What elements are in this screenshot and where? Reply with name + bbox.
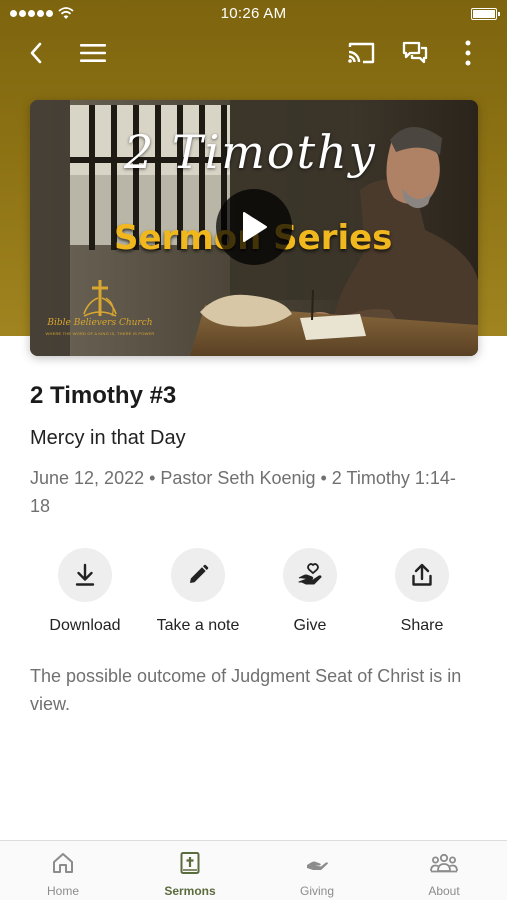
top-app-bar (0, 28, 507, 78)
take-a-note-button[interactable] (171, 548, 225, 602)
church-name-logo-text: Bible Believers Church (47, 318, 153, 328)
bible-icon (180, 852, 200, 874)
chat-bubbles-icon (402, 41, 428, 64)
share-icon (412, 563, 432, 586)
pencil-icon (190, 564, 209, 583)
play-icon (243, 212, 267, 242)
sermon-subtitle: Mercy in that Day (30, 427, 186, 449)
giving-hand-icon (307, 861, 328, 870)
chat-button[interactable] (398, 36, 432, 70)
status-time: 10:26 AM (220, 5, 287, 22)
sermon-meta: June 12, 2022 • Pastor Seth Koenig • 2 T… (30, 468, 456, 516)
church-tagline-logo-text: WHERE THE WORD OF A KING IS, THERE IS PO… (45, 331, 155, 336)
menu-button[interactable] (76, 36, 110, 70)
nav-sermons[interactable]: Sermons (127, 841, 253, 900)
give-action[interactable]: Give (255, 548, 365, 635)
bottom-navigation: Home Sermons Giving About (0, 840, 507, 900)
nav-sermons-label: Sermons (164, 884, 216, 898)
status-bar: 10:26 AM (0, 0, 507, 28)
battery-icon (471, 8, 500, 20)
nav-giving[interactable]: Giving (254, 841, 380, 900)
nav-home[interactable]: Home (0, 841, 126, 900)
hand-heart-icon (298, 563, 322, 585)
sermon-description: The possible outcome of Judgment Seat of… (30, 666, 462, 714)
take-a-note-action[interactable]: Take a note (143, 548, 253, 635)
video-title-art: 2 Timothy (124, 125, 377, 179)
cast-icon (348, 42, 375, 64)
nav-home-label: Home (46, 884, 79, 898)
download-button[interactable] (58, 548, 112, 602)
download-action[interactable]: Download (30, 548, 140, 635)
download-icon (75, 563, 95, 586)
play-button[interactable] (216, 189, 292, 265)
give-button[interactable] (283, 548, 337, 602)
sermon-actions: Download Take a note Give Share (0, 548, 507, 648)
download-label: Download (49, 617, 121, 634)
chevron-left-icon (30, 42, 42, 64)
cast-button[interactable] (344, 36, 378, 70)
share-action[interactable]: Share (367, 548, 477, 635)
sermon-title: 2 Timothy #3 (30, 382, 177, 409)
more-vertical-icon (465, 40, 471, 66)
nav-giving-label: Giving (299, 884, 334, 898)
more-options-button[interactable] (451, 36, 485, 70)
people-icon (430, 853, 458, 873)
take-a-note-label: Take a note (156, 617, 240, 634)
back-button[interactable] (20, 36, 54, 70)
sermon-video-player[interactable]: 2 Timothy Sermon Series Bible Believers … (30, 100, 478, 356)
nav-about-label: About (428, 884, 460, 898)
nav-about[interactable]: About (381, 841, 507, 900)
share-button[interactable] (395, 548, 449, 602)
give-label: Give (293, 617, 327, 634)
home-icon (53, 853, 73, 873)
share-label: Share (400, 617, 444, 634)
hamburger-menu-icon (80, 44, 106, 62)
